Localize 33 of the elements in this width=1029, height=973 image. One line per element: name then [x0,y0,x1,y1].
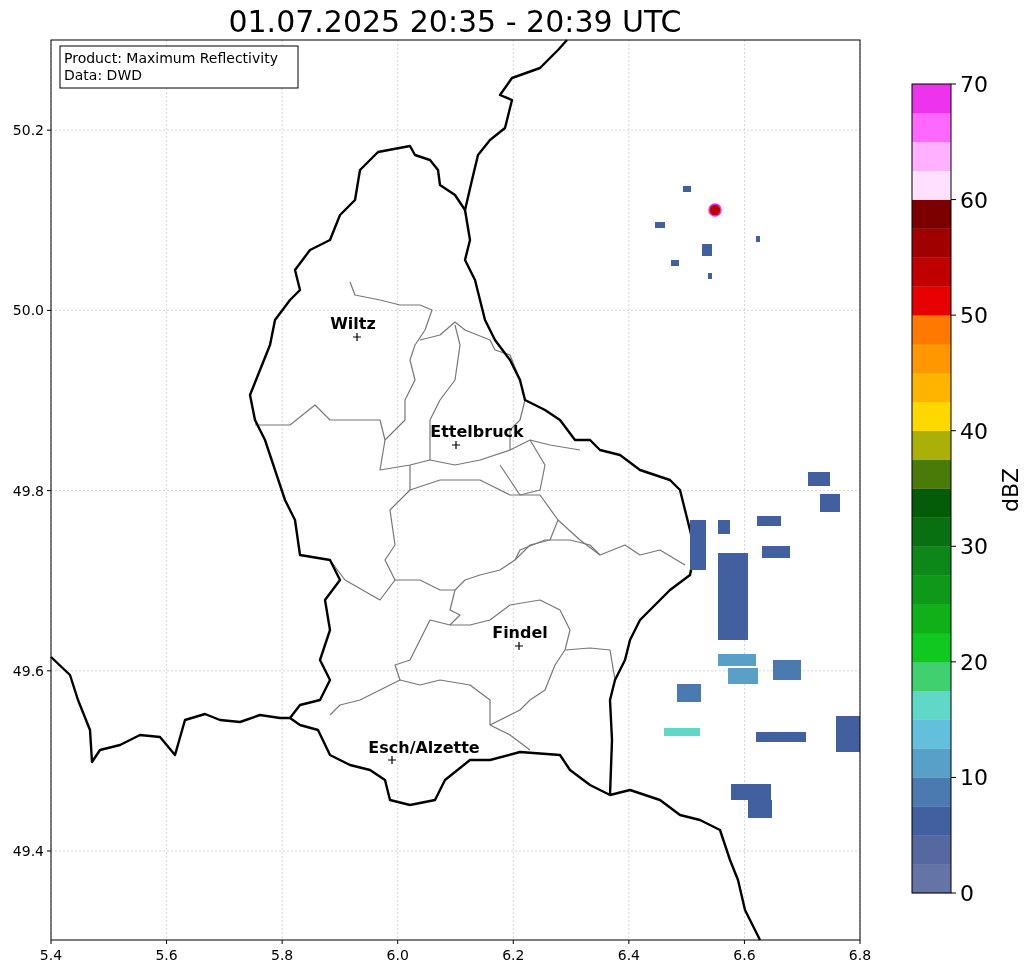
y-tick-label: 50.2 [12,122,44,139]
colorbar-label: dBZ [998,467,1023,513]
city-label: Findel [492,623,548,642]
colorbar-tick-label: 70 [960,72,988,97]
chart-title: 01.07.2025 20:35 - 20:39 UTC [228,4,682,39]
x-tick-label: 6.2 [502,947,525,963]
x-tick-label: 6.4 [617,947,640,963]
city-label: Wiltz [330,314,376,333]
city-marker-icon [387,755,397,765]
colorbar-tick-label: 50 [960,303,988,329]
x-tick-label: 5.4 [39,947,63,963]
colorbar-tick-label: 20 [960,649,988,675]
city-marker-icon [514,641,524,651]
y-tick-label: 50.0 [12,302,44,319]
city-label: Esch/Alzette [368,738,480,757]
colorbar-tick-label: 0 [960,881,974,906]
city-label: Ettelbruck [430,422,524,441]
colorbar-tick-label: 60 [960,187,988,213]
city-marker-icon [352,332,362,342]
city-marker-icon [451,440,461,450]
x-tick-label: 6.8 [848,947,872,963]
colorbar-tick-label: 10 [960,765,988,791]
y-tick-label: 49.8 [12,482,44,499]
info-text: Product: Maximum Reflectivity [64,50,278,66]
x-tick-label: 5.6 [155,947,178,963]
y-tick-label: 49.4 [12,843,44,859]
colorbar-tick-label: 30 [960,534,988,560]
x-tick-label: 6.6 [733,947,756,963]
y-tick-label: 49.6 [12,662,44,679]
x-tick-label: 6.0 [386,947,409,963]
x-tick-label: 5.8 [271,947,294,963]
info-text: Data: DWD [64,67,142,83]
colorbar-tick-label: 40 [960,418,988,444]
